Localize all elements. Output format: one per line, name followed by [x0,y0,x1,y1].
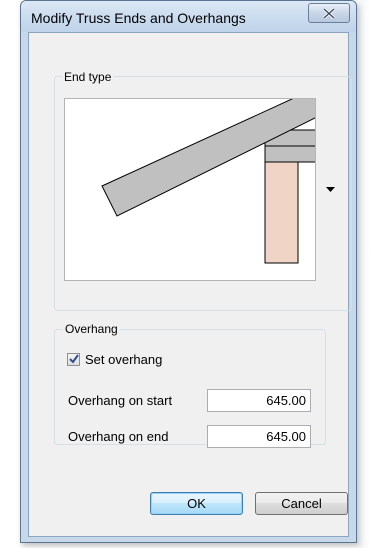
ok-button[interactable]: OK [150,492,243,515]
title-bar[interactable]: Modify Truss Ends and Overhangs [21,1,356,32]
overhang-start-label: Overhang on start [68,393,173,408]
close-button[interactable] [308,3,350,23]
end-type-preview[interactable] [64,98,316,281]
overhang-end-label: Overhang on end [68,429,169,444]
truss-end-diagram [101,99,315,264]
cancel-button[interactable]: Cancel [255,492,348,515]
wall-post [264,161,299,264]
dropdown-arrow-icon[interactable] [326,187,336,193]
set-overhang-label[interactable]: Set overhang [85,352,162,367]
overhang-label: Overhang [63,322,120,336]
dialog-title: Modify Truss Ends and Overhangs [31,10,246,26]
checkmark-icon [69,354,79,364]
end-type-label: End type [62,70,114,84]
set-overhang-checkbox[interactable] [67,353,80,366]
overhang-start-input[interactable]: 645.00 [207,389,311,412]
overhang-end-input[interactable]: 645.00 [207,425,311,448]
close-icon [323,8,335,19]
